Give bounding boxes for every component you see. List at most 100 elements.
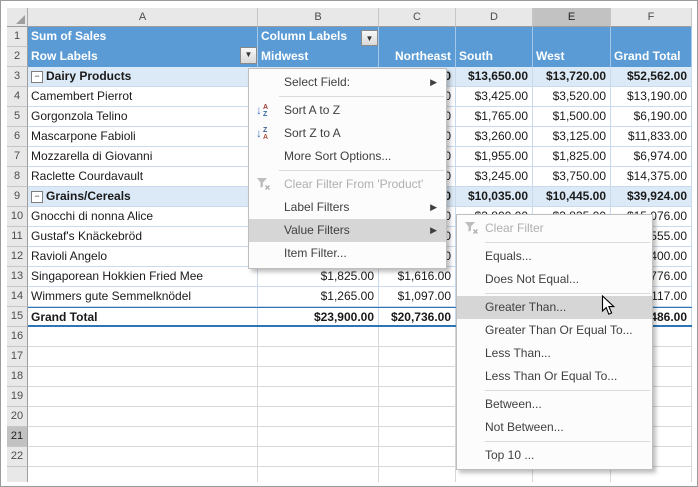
pivot-value-cell[interactable]: $3,245.00 (456, 167, 533, 187)
pivot-value-cell[interactable]: $23,900.00 (258, 308, 379, 325)
collapse-button[interactable]: − (31, 71, 43, 83)
row-header-21[interactable]: 21 (7, 427, 28, 447)
pivot-value-cell[interactable]: $3,425.00 (456, 87, 533, 107)
row-header-19[interactable]: 19 (7, 387, 28, 407)
row-header-20[interactable]: 20 (7, 407, 28, 427)
menu-item-less-than-or-equal-to[interactable]: Less Than Or Equal To... (457, 365, 652, 388)
menu-item-less-than[interactable]: Less Than... (457, 342, 652, 365)
pivot-value-cell[interactable]: $1,825.00 (533, 147, 611, 167)
row-header-2[interactable]: 2 (7, 47, 28, 67)
cell-row-labels[interactable]: Row Labels (28, 47, 258, 67)
pivot-value-cell[interactable]: $1,825.00 (258, 267, 379, 287)
column-header-a[interactable]: A (28, 8, 258, 27)
row-header-16[interactable]: 16 (7, 327, 28, 347)
pivot-row-label[interactable]: Singaporean Hokkien Fried Mee (28, 267, 258, 287)
column-header-e[interactable]: E (533, 8, 611, 27)
pivot-value-cell[interactable]: $10,445.00 (533, 187, 611, 207)
pivot-value-cell[interactable]: $20,736.00 (379, 308, 456, 325)
pivot-value-cell[interactable]: $13,650.00 (456, 67, 533, 87)
row-header-7[interactable]: 7 (7, 147, 28, 167)
pivot-value-cell[interactable]: $10,035.00 (456, 187, 533, 207)
menu-item-equals[interactable]: Equals... (457, 245, 652, 268)
row-header-13[interactable]: 13 (7, 267, 28, 287)
column-header-b[interactable]: B (258, 8, 379, 27)
menu-item-top-10[interactable]: Top 10 ... (457, 444, 652, 467)
pivot-row-label[interactable]: Ravioli Angelo (28, 247, 258, 267)
row-header-22[interactable]: 22 (7, 447, 28, 467)
column-header-f[interactable]: F (611, 8, 692, 27)
row-header-17[interactable]: 17 (7, 347, 28, 367)
row-header-10[interactable]: 10 (7, 207, 28, 227)
row-header-11[interactable]: 11 (7, 227, 28, 247)
row-header-15[interactable]: 15 (7, 307, 28, 327)
pivot-value-cell[interactable]: $13,190.00 (611, 87, 692, 107)
menu-item-label-filters[interactable]: Label Filters▶ (249, 196, 446, 219)
cell-empty[interactable] (611, 27, 692, 47)
cell-region-northeast[interactable]: Northeast (379, 47, 456, 67)
row-header-8[interactable]: 8 (7, 167, 28, 187)
menu-item-more-sort-options[interactable]: More Sort Options... (249, 145, 446, 168)
row-header-14[interactable]: 14 (7, 287, 28, 307)
cell-region-midwest[interactable]: Midwest (258, 47, 379, 67)
cell-region-south[interactable]: South (456, 47, 533, 67)
pivot-row-label[interactable]: Wimmers gute Semmelknödel (28, 287, 258, 307)
pivot-value-cell[interactable]: $1,097.00 (379, 287, 456, 307)
row-header-18[interactable]: 18 (7, 367, 28, 387)
pivot-row-label[interactable]: Grand Total (28, 308, 258, 325)
pivot-row-label[interactable]: Gustaf's Knäckebröd (28, 227, 258, 247)
pivot-value-cell[interactable]: $39,924.00 (611, 187, 692, 207)
pivot-row-label[interactable]: −Grains/Cereals (28, 187, 258, 207)
cell-region-grand-total[interactable]: Grand Total (611, 47, 692, 67)
cell-sum-of-sales[interactable]: Sum of Sales (28, 27, 258, 47)
menu-item-value-filters[interactable]: Value Filters▶ (249, 219, 446, 242)
menu-item-not-between[interactable]: Not Between... (457, 416, 652, 439)
row-header-6[interactable]: 6 (7, 127, 28, 147)
row-header-5[interactable]: 5 (7, 107, 28, 127)
pivot-value-cell[interactable]: $3,260.00 (456, 127, 533, 147)
cell-empty[interactable] (379, 27, 456, 47)
pivot-row-label[interactable]: Raclette Courdavault (28, 167, 258, 187)
pivot-value-cell[interactable]: $1,500.00 (533, 107, 611, 127)
column-header-d[interactable]: D (456, 8, 533, 27)
menu-item-greater-than-or-equal-to[interactable]: Greater Than Or Equal To... (457, 319, 652, 342)
row-header-4[interactable]: 4 (7, 87, 28, 107)
pivot-row-label[interactable]: Mascarpone Fabioli (28, 127, 258, 147)
collapse-button[interactable]: − (31, 191, 43, 203)
column-labels-filter-button[interactable]: ▼ (361, 30, 378, 46)
menu-item-between[interactable]: Between... (457, 393, 652, 416)
cell-region-west[interactable]: West (533, 47, 611, 67)
pivot-row-label[interactable]: Gorgonzola Telino (28, 107, 258, 127)
pivot-value-cell[interactable]: $6,190.00 (611, 107, 692, 127)
cell-empty[interactable] (533, 27, 611, 47)
column-header-c[interactable]: C (379, 8, 456, 27)
pivot-value-cell[interactable]: $3,520.00 (533, 87, 611, 107)
pivot-value-cell[interactable]: $3,750.00 (533, 167, 611, 187)
pivot-value-cell[interactable]: $13,720.00 (533, 67, 611, 87)
row-labels-filter-button[interactable]: ▼ (240, 47, 257, 64)
pivot-value-cell[interactable]: $3,125.00 (533, 127, 611, 147)
cell-empty[interactable] (456, 27, 533, 47)
menu-item-sort-a-to-z[interactable]: ↓AZSort A to Z (249, 99, 446, 122)
row-header-3[interactable]: 3 (7, 67, 28, 87)
pivot-row-label[interactable]: −Dairy Products (28, 67, 258, 87)
pivot-value-cell[interactable]: $1,265.00 (258, 287, 379, 307)
menu-item-greater-than[interactable]: Greater Than... (457, 296, 652, 319)
pivot-value-cell[interactable]: $6,974.00 (611, 147, 692, 167)
menu-item-does-not-equal[interactable]: Does Not Equal... (457, 268, 652, 291)
pivot-value-cell[interactable]: $14,375.00 (611, 167, 692, 187)
pivot-value-cell[interactable]: $11,833.00 (611, 127, 692, 147)
pivot-value-cell[interactable]: $1,616.00 (379, 267, 456, 287)
menu-item-sort-z-to-a[interactable]: ↓ZASort Z to A (249, 122, 446, 145)
menu-item-select-field[interactable]: Select Field:▶ (249, 71, 446, 94)
pivot-value-cell[interactable]: $52,562.00 (611, 67, 692, 87)
row-header-9[interactable]: 9 (7, 187, 28, 207)
row-header-12[interactable]: 12 (7, 247, 28, 267)
pivot-row-label[interactable]: Camembert Pierrot (28, 87, 258, 107)
row-header-1[interactable]: 1 (7, 27, 28, 47)
pivot-value-cell[interactable]: $1,765.00 (456, 107, 533, 127)
menu-item-item-filter[interactable]: Item Filter... (249, 242, 446, 265)
select-all-corner[interactable] (7, 8, 28, 27)
pivot-row-label[interactable]: Mozzarella di Giovanni (28, 147, 258, 167)
pivot-value-cell[interactable]: $1,955.00 (456, 147, 533, 167)
pivot-row-label[interactable]: Gnocchi di nonna Alice (28, 207, 258, 227)
